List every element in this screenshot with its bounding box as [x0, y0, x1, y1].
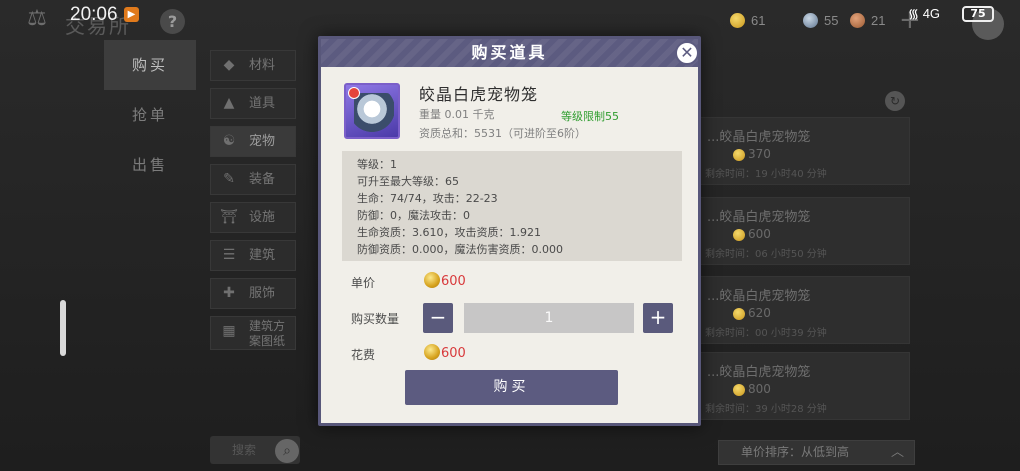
white-tiger-icon — [354, 93, 394, 133]
category-list: ◆ 材料 ▲ 道具 ☯ 宠物 ✎ 装备 ⛩ 设施 ☰ 建筑 ✚ 服饰 ▦ 建筑方案图纸 — [210, 50, 296, 357]
category-equipment[interactable]: ✎ 装备 — [210, 164, 296, 195]
chevron-up-icon: ︿ — [890, 445, 904, 460]
main-tabs: 购买 抢单 出售 — [104, 40, 196, 190]
category-item[interactable]: ▲ 道具 — [210, 88, 296, 119]
listing-name: ...皎晶白虎宠物笼 — [707, 365, 811, 380]
gem-icon — [803, 13, 818, 28]
sort-label: 单价排序：从低到高 — [741, 445, 850, 459]
quantity-increase-button[interactable]: + — [643, 303, 673, 333]
listing-time: 剩余时间：39 小时28 分钟 — [705, 404, 827, 415]
wifi-signal-icon: ᯾ 4G — [908, 6, 941, 21]
listing-time: 剩余时间：00 小时39 分钟 — [705, 328, 827, 339]
stat-line: 生命：74/74，攻击：22-23 — [357, 192, 498, 205]
battery-icon: 75 — [962, 6, 994, 22]
search-icon[interactable]: ⌕ — [275, 439, 299, 463]
listing-name: ...皎晶白虎宠物笼 — [707, 289, 811, 304]
item-weight: 重量 0.01 千克 — [419, 108, 495, 121]
tab-sell[interactable]: 出售 — [104, 140, 196, 190]
dialog-title: 购买道具 — [321, 39, 698, 67]
item-badge-icon — [348, 87, 360, 99]
exchange-scale-icon: ⚖ — [27, 6, 47, 31]
tab-grab-order[interactable]: 抢单 — [104, 90, 196, 140]
listing-time: 剩余时间：06 小时50 分钟 — [705, 249, 827, 260]
level-requirement: 等级限制55 — [561, 110, 619, 123]
side-drag-handle[interactable] — [60, 300, 66, 356]
quantity-decrease-button[interactable]: − — [423, 303, 453, 333]
listing-item[interactable]: ...皎晶白虎宠物笼 600 剩余时间：06 小时50 分钟 — [700, 197, 910, 265]
listing-name: ...皎晶白虎宠物笼 — [707, 130, 811, 145]
gold-coin-icon — [733, 229, 745, 241]
quality-total: 资质总和：5531（可进阶至6阶） — [419, 127, 586, 140]
total-cost: 600 — [424, 344, 466, 361]
close-icon[interactable]: ✕ — [675, 41, 699, 65]
equipment-icon: ✎ — [223, 171, 235, 187]
sort-dropdown[interactable]: 单价排序：从低到高 ︿ — [718, 440, 915, 465]
gold-coin-icon — [733, 384, 745, 396]
blueprint-icon: ▦ — [222, 323, 236, 339]
listing-item[interactable]: ...皎晶白虎宠物笼 800 剩余时间：39 小时28 分钟 — [700, 352, 910, 420]
category-pet[interactable]: ☯ 宠物 — [210, 126, 296, 157]
cost-label: 花费 — [351, 348, 376, 362]
unit-price: 600 — [424, 272, 466, 289]
listing-price: 620 — [733, 306, 771, 320]
stat-line: 防御：0，魔法攻击：0 — [357, 209, 470, 222]
gold-coin-icon — [733, 149, 745, 161]
refresh-icon[interactable]: ↻ — [885, 91, 905, 111]
top-bar: ⚖ 交易所 20:06 ▶ ? 61 55 21 + ᯾ 4G 75 — [0, 0, 1020, 40]
category-material[interactable]: ◆ 材料 — [210, 50, 296, 81]
listing-item[interactable]: ...皎晶白虎宠物笼 370 剩余时间：19 小时40 分钟 — [700, 117, 910, 185]
bronze-coin-icon — [850, 13, 865, 28]
facility-icon: ⛩ — [220, 209, 238, 225]
category-building[interactable]: ☰ 建筑 — [210, 240, 296, 271]
gold-coin-icon — [424, 272, 440, 288]
buy-item-dialog: 购买道具 ✕ 皎晶白虎宠物笼 重量 0.01 千克 等级限制55 资质总和：55… — [318, 36, 701, 426]
gold-coin-icon — [733, 308, 745, 320]
gold-coin-icon — [730, 13, 745, 28]
material-icon: ◆ — [223, 57, 235, 73]
item-name: 皎晶白虎宠物笼 — [419, 85, 539, 104]
quantity-label: 购买数量 — [351, 312, 400, 326]
stat-line: 可升至最大等级：65 — [357, 175, 459, 188]
listing-price: 800 — [733, 382, 771, 396]
status-clock: 20:06 — [70, 4, 118, 25]
gold-coin-icon — [424, 344, 440, 360]
stat-line: 防御资质：0.000，魔法伤害资质：0.000 — [357, 243, 563, 256]
gem-currency: 55 — [803, 13, 838, 28]
listing-name: ...皎晶白虎宠物笼 — [707, 210, 811, 225]
building-icon: ☰ — [222, 247, 236, 263]
category-facility[interactable]: ⛩ 设施 — [210, 202, 296, 233]
pet-icon: ☯ — [222, 133, 236, 149]
stat-line: 等级：1 — [357, 158, 397, 171]
category-blueprint[interactable]: ▦ 建筑方案图纸 — [210, 316, 296, 350]
listing-price: 600 — [733, 227, 771, 241]
tab-buy[interactable]: 购买 — [104, 40, 196, 90]
help-button[interactable]: ? — [160, 9, 185, 34]
clothing-icon: ✚ — [223, 285, 235, 301]
quantity-input[interactable]: 1 — [464, 303, 634, 333]
notification-icon: ▶ — [124, 7, 139, 22]
unit-price-label: 单价 — [351, 276, 376, 290]
gold-currency: 61 — [730, 13, 765, 28]
category-clothing[interactable]: ✚ 服饰 — [210, 278, 296, 309]
buy-button[interactable]: 购买 — [405, 370, 618, 405]
potion-icon: ▲ — [223, 95, 235, 111]
listing-time: 剩余时间：19 小时40 分钟 — [705, 169, 827, 180]
bronze-currency: 21 — [850, 13, 885, 28]
listing-price: 370 — [733, 147, 771, 161]
stat-line: 生命资质：3.610，攻击资质：1.921 — [357, 226, 541, 239]
listing-item[interactable]: ...皎晶白虎宠物笼 620 剩余时间：00 小时39 分钟 — [700, 276, 910, 344]
item-stats-panel: 等级：1 可升至最大等级：65 生命：74/74，攻击：22-23 防御：0，魔… — [342, 151, 682, 261]
item-thumbnail — [344, 83, 400, 139]
